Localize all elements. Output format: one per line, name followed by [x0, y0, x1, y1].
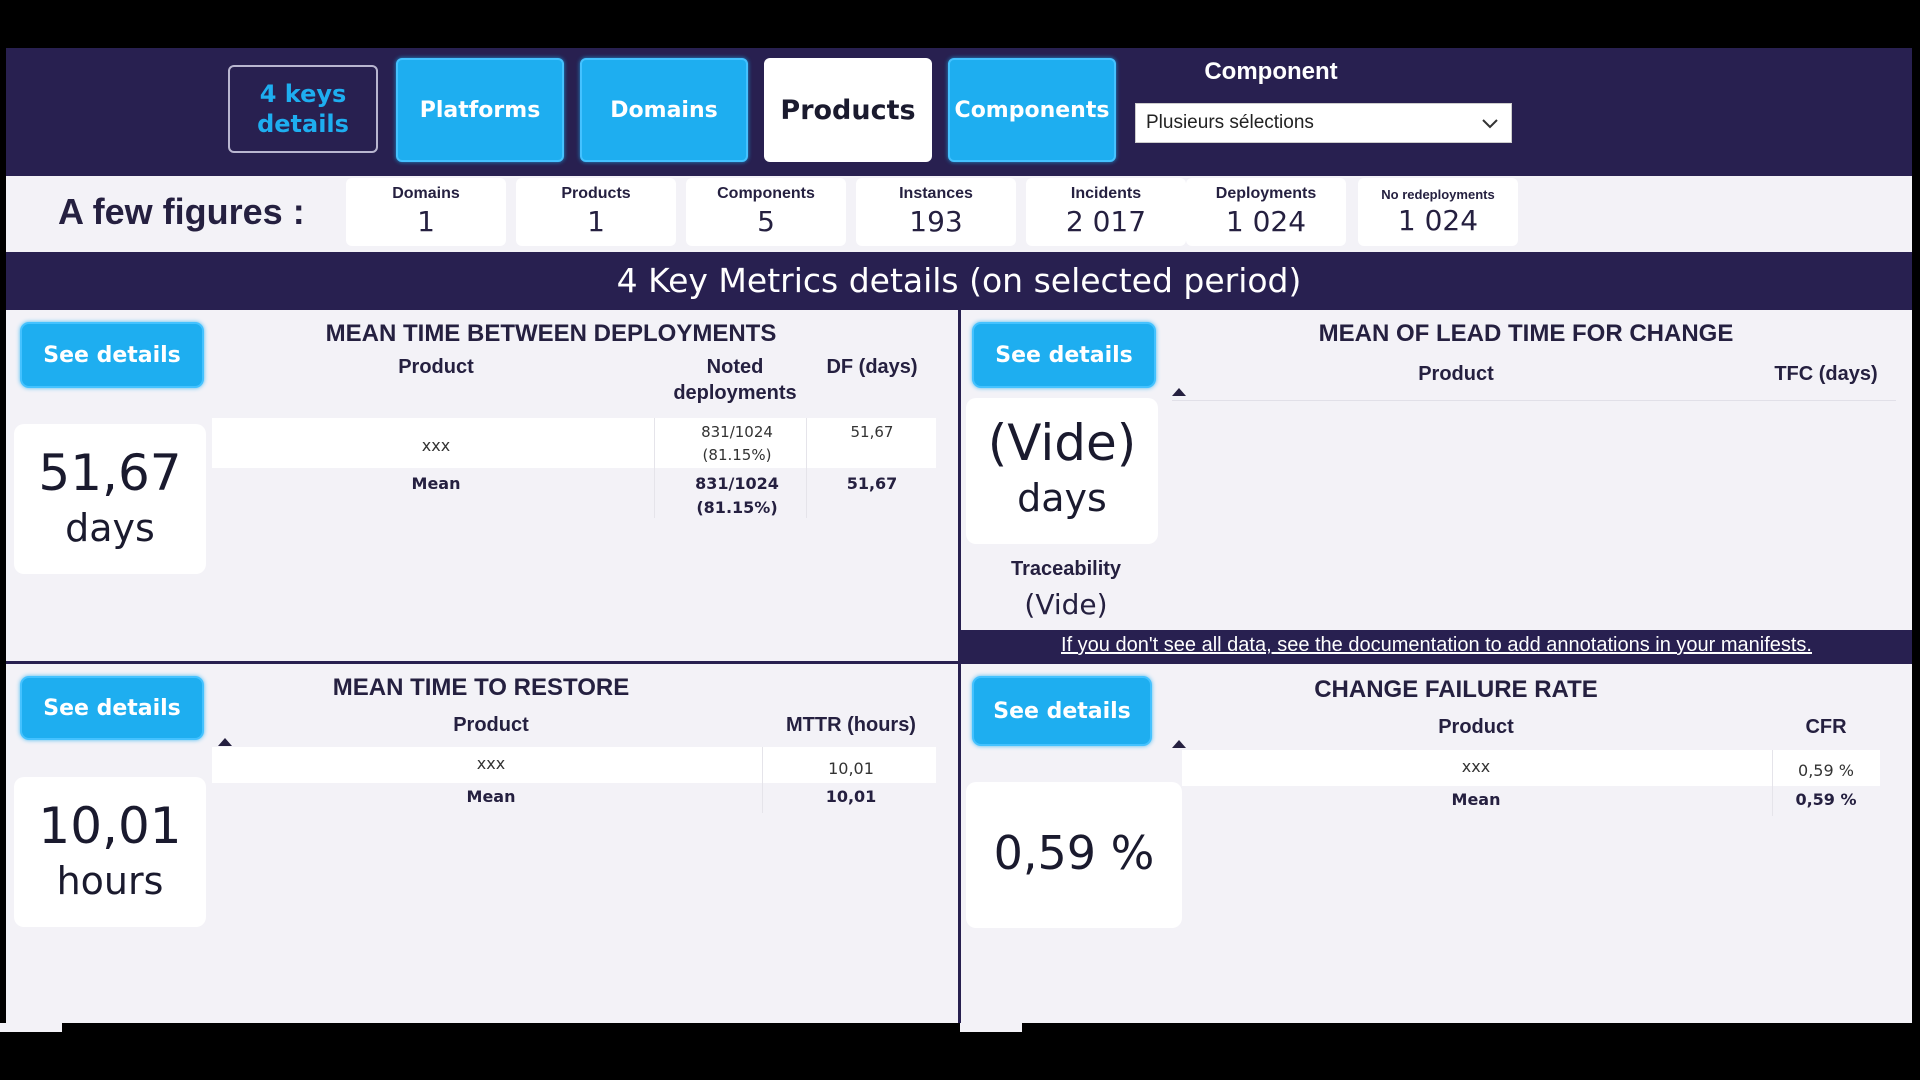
mttr-see-details-button[interactable]: See details	[20, 676, 204, 740]
figure-value: 1 024	[1397, 204, 1479, 237]
nav-platforms-label: Platforms	[419, 97, 541, 123]
page-tab-left	[0, 1023, 62, 1032]
component-filter-label: Component	[1204, 58, 1338, 85]
mtbd-row-df: 51,67	[850, 423, 894, 441]
nav-platforms-button[interactable]: Platforms	[396, 58, 564, 162]
lead-time-header-rule	[1172, 400, 1896, 401]
nav-products-label: Products	[780, 94, 916, 126]
report-canvas: 4 keys details Platforms Domains Product…	[6, 48, 1912, 1023]
cfr-kpi-value: 0,59 %	[993, 826, 1155, 880]
lead-time-kpi-card: (Vide) days	[966, 398, 1158, 544]
documentation-warning-link[interactable]: If you don't see all data, see the docum…	[961, 630, 1912, 661]
nav-components-button[interactable]: Components	[948, 58, 1116, 162]
mttr-col-value[interactable]: MTTR (hours)	[766, 712, 936, 738]
mttr-mean-value: 10,01	[825, 787, 877, 806]
cfr-kpi-card: 0,59 %	[966, 782, 1182, 928]
horizontal-divider-left	[6, 661, 958, 664]
header-bar: 4 keys details Platforms Domains Product…	[6, 48, 1912, 176]
mtbd-kpi-unit: days	[65, 506, 155, 550]
mttr-row-value: 10,01	[828, 759, 874, 778]
figures-title: A few figures :	[58, 191, 305, 232]
figure-card-domains: Domains 1	[346, 178, 506, 246]
figure-label: Products	[561, 185, 631, 202]
cfr-col-separator	[1772, 750, 1773, 816]
cfr-row-value: 0,59 %	[1798, 761, 1854, 780]
mtbd-col-noted[interactable]: Noted deployments	[660, 354, 810, 406]
cfr-row-product: xxx	[1461, 757, 1491, 776]
component-filter-dropdown[interactable]: Plusieurs sélections	[1135, 103, 1512, 143]
cfr-col-value[interactable]: CFR	[1776, 714, 1876, 740]
figure-card-no-redeployments: No redeployments 1 024	[1358, 178, 1518, 246]
mttr-title: MEAN TIME TO RESTORE	[332, 674, 630, 701]
figure-label: Deployments	[1215, 185, 1317, 202]
nav-products-button[interactable]: Products	[764, 58, 932, 162]
figure-value: 193	[909, 205, 963, 238]
figure-label: Components	[717, 185, 815, 202]
mtbd-col-product[interactable]: Product	[216, 354, 656, 380]
nav-4-keys-details-label: 4 keys details	[257, 80, 349, 138]
figure-card-components: Components 5	[686, 178, 846, 246]
mtbd-mean-df: 51,67	[846, 474, 898, 493]
figure-card-instances: Instances 193	[856, 178, 1016, 246]
mtbd-row-noted: 831/1024 (81.15%)	[701, 423, 773, 464]
lead-time-kpi-unit: days	[1017, 476, 1107, 520]
page-tab-right	[960, 1023, 1022, 1032]
mtbd-title: MEAN TIME BETWEEN DEPLOYMENTS	[325, 320, 777, 347]
figure-value: 2 017	[1065, 205, 1147, 238]
mtbd-col-df[interactable]: DF (days)	[812, 354, 932, 380]
lead-time-col-product[interactable]: Product	[1176, 361, 1736, 387]
cfr-see-details-button[interactable]: See details	[972, 676, 1152, 746]
sort-ascending-icon[interactable]	[1172, 388, 1186, 396]
figure-label: Instances	[899, 185, 973, 202]
figure-value: 1	[587, 205, 605, 238]
nav-4-keys-details-button[interactable]: 4 keys details	[228, 65, 378, 153]
lead-time-title: MEAN OF LEAD TIME FOR CHANGE	[1318, 320, 1734, 347]
cfr-col-product[interactable]: Product	[1186, 714, 1766, 740]
section-banner: 4 Key Metrics details (on selected perio…	[6, 252, 1912, 310]
mtbd-mean-noted: 831/1024 (81.15%)	[695, 474, 779, 517]
figure-value: 1	[417, 205, 435, 238]
figure-card-deployments: Deployments 1 024	[1186, 178, 1346, 246]
vertical-divider	[958, 310, 961, 1023]
nav-domains-button[interactable]: Domains	[580, 58, 748, 162]
traceability-value: (Vide)	[1024, 588, 1108, 621]
horizontal-divider-right	[961, 661, 1912, 664]
lead-time-kpi-value: (Vide)	[987, 414, 1137, 472]
mtbd-see-details-button[interactable]: See details	[20, 322, 204, 388]
cfr-title: CHANGE FAILURE RATE	[1314, 676, 1598, 703]
mtbd-kpi-card: 51,67 days	[14, 424, 206, 574]
nav-domains-label: Domains	[610, 97, 718, 123]
figure-label: Incidents	[1070, 185, 1142, 202]
figure-label: No redeployments	[1381, 187, 1495, 202]
lead-time-col-tfc[interactable]: TFC (days)	[1746, 361, 1906, 387]
figure-value: 5	[757, 205, 775, 238]
mtbd-col-separator	[654, 418, 655, 518]
nav-components-label: Components	[954, 97, 1110, 123]
mttr-kpi-unit: hours	[56, 859, 164, 903]
figure-value: 1 024	[1225, 205, 1307, 238]
sort-ascending-icon[interactable]	[218, 738, 232, 746]
component-filter-value: Plusieurs sélections	[1146, 112, 1314, 133]
mttr-kpi-value: 10,01	[38, 797, 182, 855]
sort-ascending-icon[interactable]	[1172, 740, 1186, 748]
mtbd-col-separator	[806, 418, 807, 518]
figure-label: Domains	[392, 185, 460, 202]
chevron-down-icon	[1482, 119, 1498, 129]
cfr-mean-label: Mean	[1451, 790, 1501, 809]
cfr-mean-value: 0,59 %	[1795, 790, 1857, 809]
mtbd-mean-label: Mean	[411, 474, 461, 493]
figure-card-incidents: Incidents 2 017	[1026, 178, 1186, 246]
traceability-label: Traceability	[1010, 558, 1122, 580]
mttr-mean-label: Mean	[466, 787, 516, 806]
mtbd-row-product: xxx	[421, 436, 451, 455]
mttr-kpi-card: 10,01 hours	[14, 777, 206, 927]
figure-card-products: Products 1	[516, 178, 676, 246]
lead-time-see-details-button[interactable]: See details	[972, 322, 1156, 388]
mttr-col-product[interactable]: Product	[216, 712, 766, 738]
mttr-row-product: xxx	[476, 754, 506, 773]
mtbd-kpi-value: 51,67	[38, 444, 182, 502]
